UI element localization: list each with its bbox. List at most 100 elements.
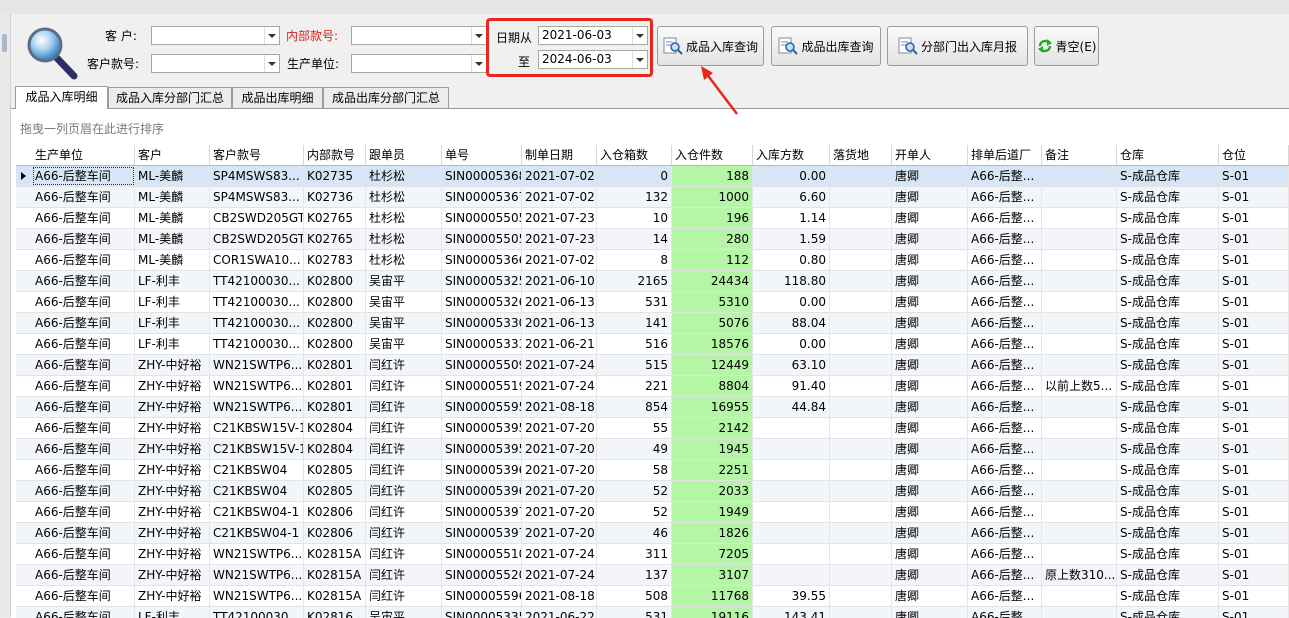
table-cell[interactable]: 0.80 <box>753 250 830 270</box>
table-cell[interactable]: 531 <box>597 607 672 618</box>
table-cell[interactable]: A66-后整车间 <box>32 607 135 618</box>
table-cell[interactable]: SIN00005397 <box>442 523 522 543</box>
table-cell[interactable] <box>1042 187 1117 207</box>
table-cell[interactable]: S-01 <box>1219 187 1289 207</box>
table-cell[interactable]: K02806 <box>304 502 366 522</box>
table-cell[interactable]: 7205 <box>672 544 753 564</box>
table-cell[interactable]: 唐卿 <box>892 376 968 396</box>
chevron-down-icon[interactable] <box>264 27 279 44</box>
table-cell[interactable]: 唐卿 <box>892 250 968 270</box>
table-cell[interactable] <box>830 607 892 618</box>
table-cell[interactable]: WN21SWTP6... <box>210 544 304 564</box>
table-cell[interactable]: S-01 <box>1219 565 1289 585</box>
table-cell[interactable]: 141 <box>597 313 672 333</box>
table-cell[interactable]: A66-后整... <box>968 523 1042 543</box>
table-cell[interactable]: 杜杉松 <box>366 208 442 228</box>
table-cell[interactable]: C21KBSW04-1 <box>210 502 304 522</box>
table-cell[interactable]: 854 <box>597 397 672 417</box>
table-cell[interactable] <box>753 565 830 585</box>
table-cell[interactable] <box>830 439 892 459</box>
table-cell[interactable] <box>830 460 892 480</box>
table-cell[interactable]: A66-后整... <box>968 313 1042 333</box>
table-cell[interactable]: S-成品仓库 <box>1117 376 1219 396</box>
customer-combo[interactable] <box>151 26 280 45</box>
table-cell[interactable] <box>1042 502 1117 522</box>
table-cell[interactable]: 2251 <box>672 460 753 480</box>
table-cell[interactable]: A66-后整车间 <box>32 166 135 186</box>
table-cell[interactable] <box>1042 418 1117 438</box>
table-cell[interactable] <box>1042 334 1117 354</box>
column-header[interactable]: 生产单位 <box>32 145 135 165</box>
column-header[interactable]: 备注 <box>1042 145 1117 165</box>
table-cell[interactable]: ZHY-中好裕 <box>135 544 210 564</box>
table-cell[interactable]: 55 <box>597 418 672 438</box>
table-row[interactable]: A66-后整车间 ZHY-中好裕 WN21SWTP6... K02801 闫红许 SIN0… <box>16 397 1289 418</box>
table-cell[interactable]: A66-后整车间 <box>32 376 135 396</box>
table-cell[interactable]: 唐卿 <box>892 334 968 354</box>
table-cell[interactable]: A66-后整车间 <box>32 460 135 480</box>
table-cell[interactable]: 唐卿 <box>892 502 968 522</box>
table-cell[interactable]: C21KBSW04 <box>210 481 304 501</box>
tab-out-detail[interactable]: 成品出库明细 <box>232 87 323 108</box>
table-cell[interactable]: 91.40 <box>753 376 830 396</box>
table-cell[interactable]: WN21SWTP6... <box>210 397 304 417</box>
table-cell[interactable]: 52 <box>597 502 672 522</box>
table-cell[interactable]: S-01 <box>1219 271 1289 291</box>
table-cell[interactable]: K02736 <box>304 187 366 207</box>
table-cell[interactable]: 2021-07-23 <box>522 208 597 228</box>
table-cell[interactable]: A66-后整... <box>968 607 1042 618</box>
table-cell[interactable] <box>830 502 892 522</box>
table-cell[interactable]: A66-后整车间 <box>32 229 135 249</box>
table-cell[interactable]: A66-后整... <box>968 481 1042 501</box>
table-cell[interactable]: K02805 <box>304 460 366 480</box>
table-cell[interactable]: ZHY-中好裕 <box>135 439 210 459</box>
table-cell[interactable]: TT42100030... <box>210 334 304 354</box>
table-row[interactable]: A66-后整车间 ZHY-中好裕 WN21SWTP6... K02801 闫红许 SIN0… <box>16 355 1289 376</box>
column-header[interactable]: 入仓件数 <box>672 145 753 165</box>
table-cell[interactable]: A66-后整车间 <box>32 565 135 585</box>
table-cell[interactable]: S-成品仓库 <box>1117 523 1219 543</box>
table-cell[interactable]: SIN00005396 <box>442 481 522 501</box>
table-cell[interactable] <box>830 334 892 354</box>
table-cell[interactable]: S-01 <box>1219 334 1289 354</box>
table-cell[interactable]: S-01 <box>1219 523 1289 543</box>
table-cell[interactable]: 0 <box>597 166 672 186</box>
table-cell[interactable]: 闫红许 <box>366 523 442 543</box>
table-cell[interactable]: K02765 <box>304 229 366 249</box>
table-cell[interactable]: K02801 <box>304 355 366 375</box>
table-cell[interactable]: 唐卿 <box>892 607 968 618</box>
table-cell[interactable]: A66-后整... <box>968 208 1042 228</box>
chevron-down-icon[interactable] <box>632 27 647 44</box>
chevron-down-icon[interactable] <box>264 55 279 72</box>
table-cell[interactable]: 112 <box>672 250 753 270</box>
table-cell[interactable] <box>830 292 892 312</box>
table-cell[interactable]: SIN00005368 <box>442 166 522 186</box>
column-header[interactable]: 单号 <box>442 145 522 165</box>
table-cell[interactable]: K02735 <box>304 166 366 186</box>
table-row[interactable]: A66-后整车间 ZHY-中好裕 C21KBSW15V-1 K02804 闫红许 SIN0… <box>16 439 1289 460</box>
table-cell[interactable]: 唐卿 <box>892 565 968 585</box>
table-cell[interactable] <box>1042 397 1117 417</box>
table-cell[interactable]: 280 <box>672 229 753 249</box>
table-cell[interactable]: 8804 <box>672 376 753 396</box>
table-cell[interactable]: K02815A <box>304 544 366 564</box>
table-cell[interactable]: S-成品仓库 <box>1117 334 1219 354</box>
table-cell[interactable] <box>830 229 892 249</box>
table-cell[interactable]: 5076 <box>672 313 753 333</box>
table-cell[interactable]: 原上数310... <box>1042 565 1117 585</box>
table-cell[interactable]: SIN00005325 <box>442 271 522 291</box>
tab-in-detail[interactable]: 成品入库明细 <box>15 86 108 109</box>
table-cell[interactable]: K02804 <box>304 439 366 459</box>
table-row[interactable]: A66-后整车间 ML-美麟 COR1SWA10... K02783 杜杉松 SIN000… <box>16 250 1289 271</box>
table-cell[interactable]: 52 <box>597 481 672 501</box>
table-row[interactable]: A66-后整车间 LF-利丰 TT42100030... K02800 吴宙平 SIN00… <box>16 313 1289 334</box>
column-header[interactable]: 开单人 <box>892 145 968 165</box>
table-cell[interactable]: S-成品仓库 <box>1117 439 1219 459</box>
table-cell[interactable]: ZHY-中好裕 <box>135 460 210 480</box>
table-cell[interactable]: 闫红许 <box>366 439 442 459</box>
table-cell[interactable]: A66-后整车间 <box>32 418 135 438</box>
table-cell[interactable]: TT42100030... <box>210 607 304 618</box>
table-cell[interactable]: 吴宙平 <box>366 271 442 291</box>
table-cell[interactable]: 2021-07-20 <box>522 502 597 522</box>
table-cell[interactable] <box>753 481 830 501</box>
